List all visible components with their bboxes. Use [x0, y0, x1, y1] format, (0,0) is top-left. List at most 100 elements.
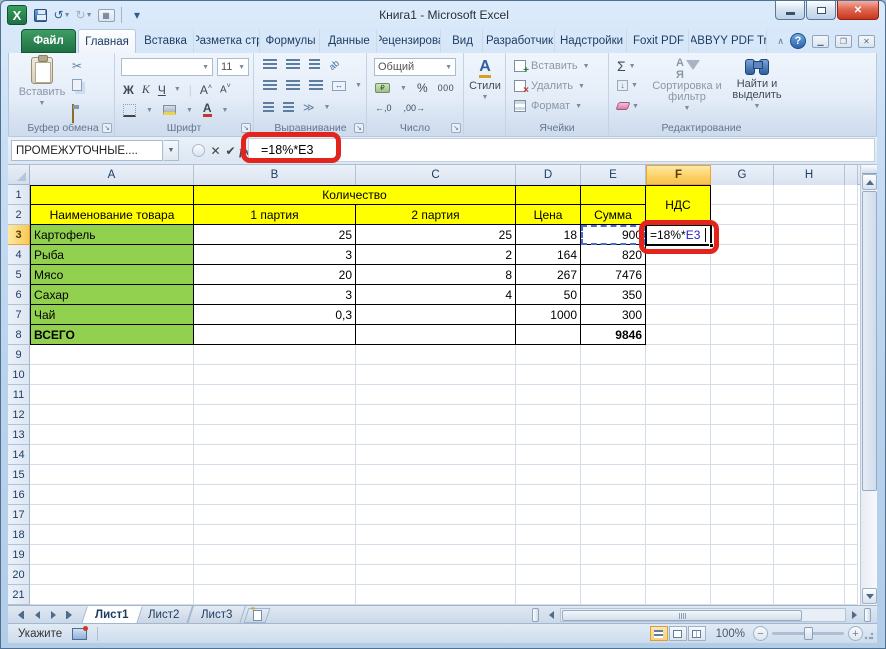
font-size-combo[interactable]: 11 ▼ [217, 58, 249, 76]
ribbon-tab-данные[interactable]: Данные [322, 29, 377, 53]
hscroll-left-button[interactable] [544, 608, 558, 622]
cut-icon[interactable]: ✂ [72, 59, 82, 73]
column-header-C[interactable]: C [356, 165, 516, 185]
styles-button[interactable]: А Стили ▼ [469, 59, 501, 102]
restore-button[interactable] [806, 1, 836, 20]
cell-B8[interactable] [194, 325, 356, 345]
align-middle-icon[interactable] [286, 59, 300, 70]
format-painter-icon[interactable] [72, 104, 74, 123]
cell-D2[interactable]: Цена [516, 205, 581, 225]
cell-E7[interactable]: 300 [581, 305, 646, 325]
merge-center-icon[interactable]: ↔ [332, 80, 346, 91]
row-header-7[interactable]: 7 [8, 305, 30, 325]
column-header-A[interactable]: A [30, 165, 194, 185]
row-header-14[interactable]: 14 [8, 445, 30, 465]
ribbon-tab-foxit-pdf[interactable]: Foxit PDF [629, 29, 689, 53]
custom-qat-button[interactable]: ▦ [97, 6, 115, 24]
cell-A7[interactable]: Чай [30, 305, 194, 325]
macro-record-icon[interactable] [72, 625, 89, 640]
column-header-B[interactable]: B [194, 165, 356, 185]
zoom-out-button[interactable]: − [753, 626, 768, 641]
zoom-slider-thumb[interactable] [804, 627, 813, 640]
horizontal-scroll-thumb[interactable] [562, 610, 802, 621]
cell-C5[interactable]: 8 [356, 265, 516, 285]
row-header-13[interactable]: 13 [8, 425, 30, 445]
collapse-ribbon-icon[interactable]: ∧ [777, 36, 784, 47]
resize-grip[interactable] [863, 629, 875, 641]
name-box[interactable]: ПРОМЕЖУТОЧНЫЕ.... [11, 140, 163, 161]
increase-indent-icon[interactable] [283, 102, 294, 113]
percent-style-icon[interactable]: % [417, 81, 428, 95]
sheet-tab-лист2[interactable]: Лист2 [134, 606, 194, 624]
cell-E4[interactable]: 820 [581, 245, 646, 265]
normal-view-button[interactable] [649, 626, 668, 641]
insert-sheet-tab[interactable] [243, 608, 271, 623]
cell-C7[interactable] [356, 305, 516, 325]
ribbon-tab-файл[interactable]: Файл [21, 29, 76, 53]
minimize-button[interactable] [775, 1, 805, 20]
align-center-icon[interactable] [286, 80, 300, 91]
fill-handle[interactable] [709, 243, 714, 248]
formula-collapse-button[interactable] [192, 144, 205, 157]
delete-cells-button[interactable]: Удалить▼ [514, 80, 585, 96]
cell-B2[interactable]: 1 партия [194, 205, 356, 225]
workbook-restore-icon[interactable]: ❐ [835, 34, 852, 48]
cell-D4[interactable]: 164 [516, 245, 581, 265]
ribbon-tab-вид[interactable]: Вид [443, 29, 483, 53]
page-layout-view-button[interactable] [668, 626, 687, 641]
paste-button[interactable]: Вставить ▼ [19, 55, 65, 107]
orientation-icon[interactable]: ab [327, 57, 341, 71]
row-header-3[interactable]: 3 [8, 225, 30, 245]
cell-D3[interactable]: 18 [516, 225, 581, 245]
cell-A2[interactable]: Наименование товара [30, 205, 194, 225]
hscroll-split-handle[interactable] [864, 608, 871, 622]
cell-F3-editing[interactable]: =18%* E3 [645, 224, 714, 248]
customize-qat-button[interactable]: ▾ [128, 6, 146, 24]
cell-C6[interactable]: 4 [356, 285, 516, 305]
row-header-15[interactable]: 15 [8, 465, 30, 485]
excel-logo-icon[interactable]: X [7, 5, 27, 25]
comma-style-icon[interactable]: 000 [438, 83, 455, 93]
cell-E6[interactable]: 350 [581, 285, 646, 305]
cell-A4[interactable]: Рыба [30, 245, 194, 265]
horizontal-scrollbar[interactable] [560, 608, 846, 622]
cell-B1[interactable]: Количество [194, 185, 516, 205]
cell-C3[interactable]: 25 [356, 225, 516, 245]
row-header-20[interactable]: 20 [8, 565, 30, 585]
cell-A8[interactable]: ВСЕГО [30, 325, 194, 345]
ribbon-tab-abbyy-pdf-tr[interactable]: ABBYY PDF Tr [691, 29, 767, 53]
fill-button[interactable]: ↓ ▼ [617, 80, 638, 91]
clear-button[interactable]: ▼ [615, 102, 639, 110]
zoom-level[interactable]: 100% [716, 628, 745, 640]
workbook-close-icon[interactable]: ✕ [858, 34, 875, 48]
bold-button[interactable]: Ж [123, 83, 134, 97]
insert-cells-button[interactable]: Вставить▼ [514, 60, 590, 76]
column-header-F[interactable]: F [646, 165, 711, 185]
font-name-combo[interactable]: ▼ [121, 58, 213, 76]
close-button[interactable]: ✕ [837, 1, 879, 20]
vertical-split-handle[interactable] [862, 165, 877, 174]
font-color-button[interactable]: А [202, 102, 212, 117]
fill-color-button[interactable] [162, 105, 176, 115]
cell-E5[interactable]: 7476 [581, 265, 646, 285]
cell-B3[interactable]: 25 [194, 225, 356, 245]
accounting-format-icon[interactable]: ₽ [375, 83, 390, 93]
row-header-11[interactable]: 11 [8, 385, 30, 405]
row-header-17[interactable]: 17 [8, 505, 30, 525]
cell-E2[interactable]: Сумма [581, 205, 646, 225]
cell-D1[interactable] [516, 185, 581, 205]
alignment-dialog-launcher[interactable]: ↘ [354, 123, 364, 133]
vertical-scroll-thumb[interactable] [862, 191, 877, 491]
cell-D5[interactable]: 267 [516, 265, 581, 285]
underline-button[interactable]: Ч [158, 83, 166, 97]
cell-B6[interactable]: 3 [194, 285, 356, 305]
cell-A3[interactable]: Картофель [30, 225, 194, 245]
scroll-up-button[interactable] [862, 174, 877, 190]
sort-filter-button[interactable]: АЯ Сортировка и фильтр ▼ [651, 57, 723, 112]
sheet-tab-лист1[interactable]: Лист1 [81, 606, 143, 624]
align-right-icon[interactable] [309, 80, 323, 91]
column-header-E[interactable]: E [581, 165, 646, 185]
cell-C4[interactable]: 2 [356, 245, 516, 265]
row-header-10[interactable]: 10 [8, 365, 30, 385]
hscroll-right-button[interactable] [847, 608, 861, 622]
